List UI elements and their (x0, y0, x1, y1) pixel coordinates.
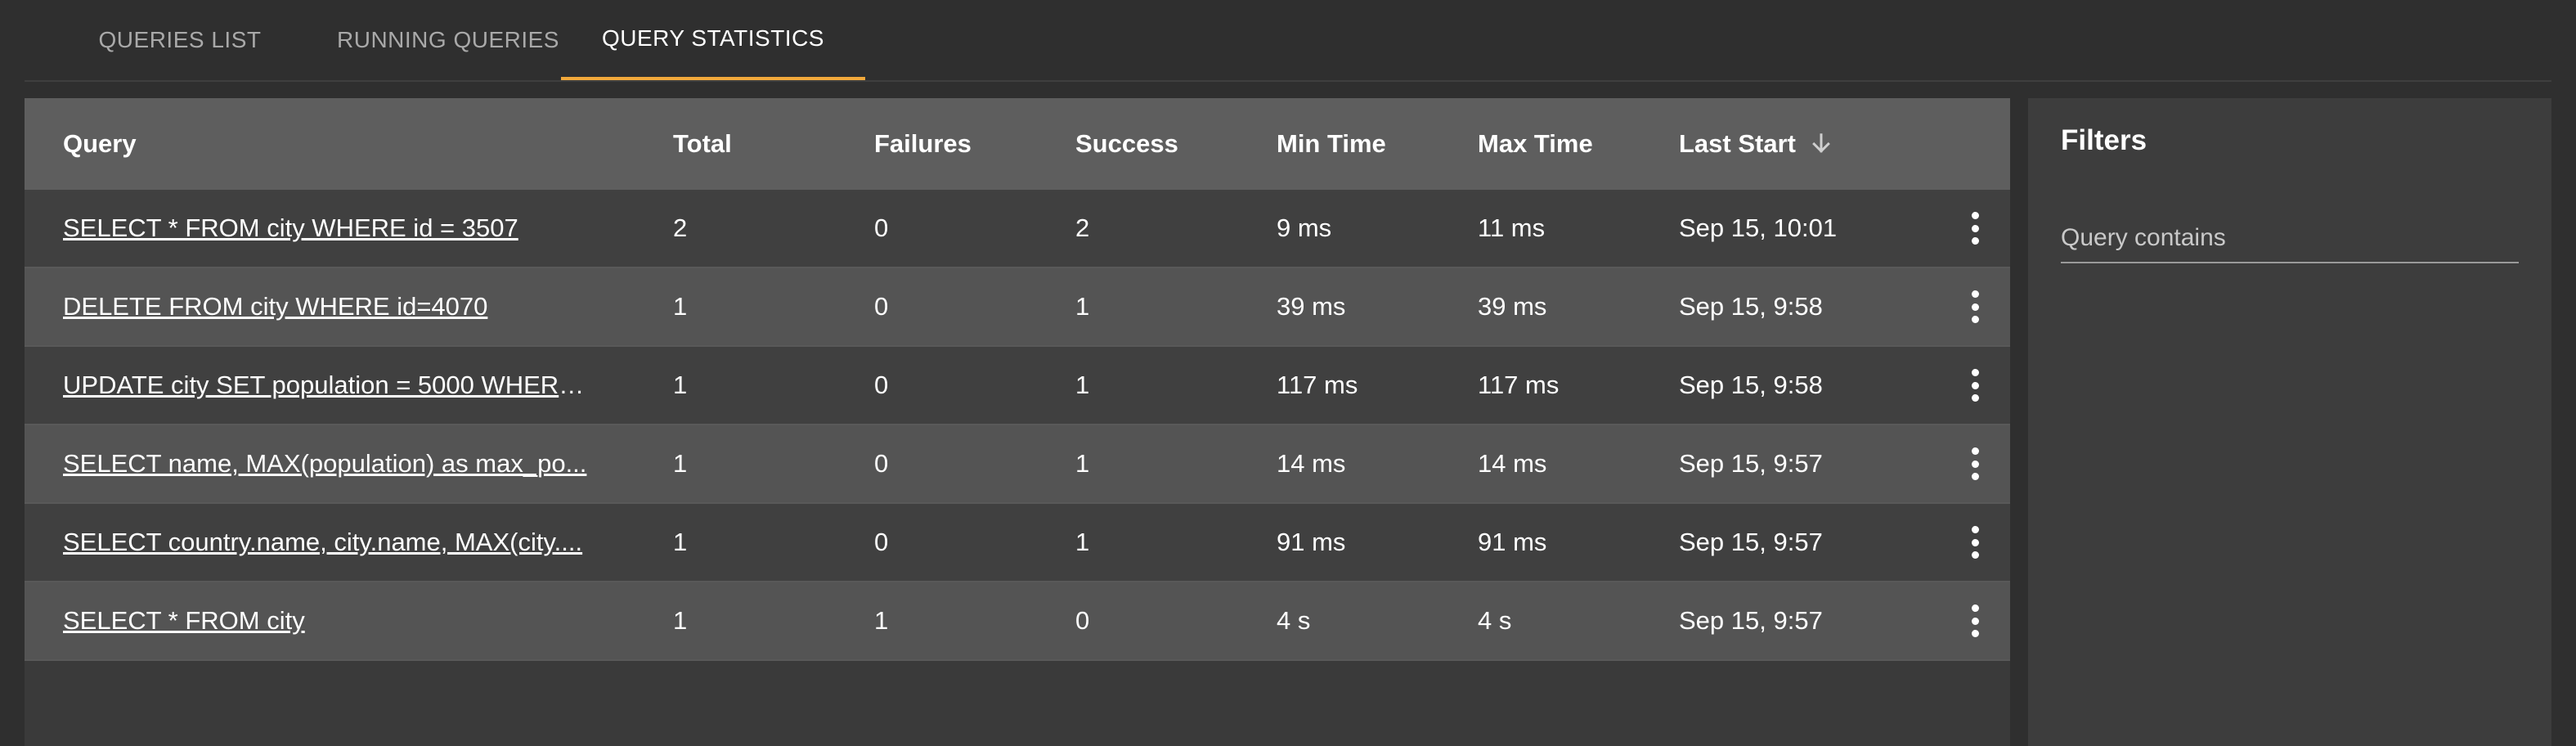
min-time-cell: 9 ms (1277, 213, 1332, 242)
total-cell: 2 (673, 213, 688, 242)
success-cell: 1 (1075, 528, 1090, 556)
last-start-cell: Sep 15, 9:57 (1679, 449, 1823, 478)
max-time-cell: 91 ms (1478, 528, 1547, 556)
table-row: SELECT name, MAX(population) as max_po..… (25, 425, 2010, 504)
total-cell: 1 (673, 292, 688, 321)
table-row: DELETE FROM city WHERE id=4070 1 0 1 39 … (25, 268, 2010, 347)
total-cell: 1 (673, 528, 688, 556)
more-vertical-icon[interactable] (1963, 526, 1987, 559)
filters-title: Filters (2061, 124, 2147, 156)
query-link[interactable]: SELECT name, MAX(population) as max_po..… (63, 425, 593, 502)
tab-bar: QUERIES LIST RUNNING QUERIES QUERY STATI… (25, 0, 2551, 82)
min-time-cell: 117 ms (1277, 371, 1358, 399)
success-cell: 1 (1075, 292, 1090, 321)
last-start-cell: Sep 15, 9:58 (1679, 292, 1823, 321)
query-link[interactable]: DELETE FROM city WHERE id=4070 (63, 268, 593, 345)
table-row: SELECT * FROM city WHERE id = 3507 2 0 2… (25, 190, 2010, 268)
min-time-cell: 4 s (1277, 606, 1311, 635)
success-cell: 1 (1075, 371, 1090, 399)
tab-queries-list[interactable]: QUERIES LIST (49, 0, 311, 80)
failures-cell: 1 (874, 606, 889, 635)
last-start-cell: Sep 15, 9:57 (1679, 528, 1823, 556)
tab-query-statistics[interactable]: QUERY STATISTICS (561, 0, 865, 80)
last-start-cell: Sep 15, 9:57 (1679, 606, 1823, 635)
last-start-cell: Sep 15, 9:58 (1679, 371, 1823, 399)
column-header-min-time[interactable]: Min Time (1277, 98, 1386, 190)
success-cell: 1 (1075, 449, 1090, 478)
max-time-cell: 14 ms (1478, 449, 1547, 478)
query-contains-input[interactable] (2061, 214, 2519, 263)
success-cell: 2 (1075, 213, 1090, 242)
total-cell: 1 (673, 371, 688, 399)
filters-panel: Filters (2028, 98, 2551, 746)
column-header-last-start[interactable]: Last Start (1679, 98, 1833, 190)
more-vertical-icon[interactable] (1963, 290, 1987, 323)
table-header: Query Total Failures Success Min Time Ma… (25, 98, 2010, 191)
app-root: QUERIES LIST RUNNING QUERIES QUERY STATI… (0, 0, 2576, 746)
query-statistics-table: Query Total Failures Success Min Time Ma… (25, 98, 2010, 746)
failures-cell: 0 (874, 292, 889, 321)
more-vertical-icon[interactable] (1963, 447, 1987, 480)
query-link[interactable]: SELECT * FROM city WHERE id = 3507 (63, 190, 593, 267)
more-vertical-icon[interactable] (1963, 604, 1987, 637)
total-cell: 1 (673, 449, 688, 478)
table-row: SELECT * FROM city 1 1 0 4 s 4 s Sep 15,… (25, 582, 2010, 661)
last-start-cell: Sep 15, 10:01 (1679, 213, 1838, 242)
more-vertical-icon[interactable] (1963, 212, 1987, 245)
max-time-cell: 11 ms (1478, 213, 1546, 242)
min-time-cell: 91 ms (1277, 528, 1346, 556)
column-header-failures[interactable]: Failures (874, 98, 972, 190)
failures-cell: 0 (874, 449, 889, 478)
table-row: UPDATE city SET population = 5000 WHERE … (25, 347, 2010, 425)
column-header-success[interactable]: Success (1075, 98, 1178, 190)
failures-cell: 0 (874, 528, 889, 556)
query-link[interactable]: SELECT * FROM city (63, 582, 593, 659)
failures-cell: 0 (874, 213, 889, 242)
column-header-total[interactable]: Total (673, 98, 732, 190)
max-time-cell: 117 ms (1478, 371, 1560, 399)
failures-cell: 0 (874, 371, 889, 399)
success-cell: 0 (1075, 606, 1090, 635)
min-time-cell: 14 ms (1277, 449, 1346, 478)
more-vertical-icon[interactable] (1963, 369, 1987, 402)
max-time-cell: 4 s (1478, 606, 1512, 635)
column-header-last-start-label: Last Start (1679, 129, 1796, 158)
table-row: SELECT country.name, city.name, MAX(city… (25, 504, 2010, 582)
column-header-query[interactable]: Query (63, 98, 137, 190)
query-link[interactable]: SELECT country.name, city.name, MAX(city… (63, 504, 593, 581)
tab-running-queries[interactable]: RUNNING QUERIES (309, 0, 587, 80)
max-time-cell: 39 ms (1478, 292, 1547, 321)
min-time-cell: 39 ms (1277, 292, 1346, 321)
arrow-down-icon[interactable] (1809, 132, 1833, 156)
column-header-max-time[interactable]: Max Time (1478, 98, 1593, 190)
total-cell: 1 (673, 606, 688, 635)
query-link[interactable]: UPDATE city SET population = 5000 WHERE … (63, 347, 593, 424)
